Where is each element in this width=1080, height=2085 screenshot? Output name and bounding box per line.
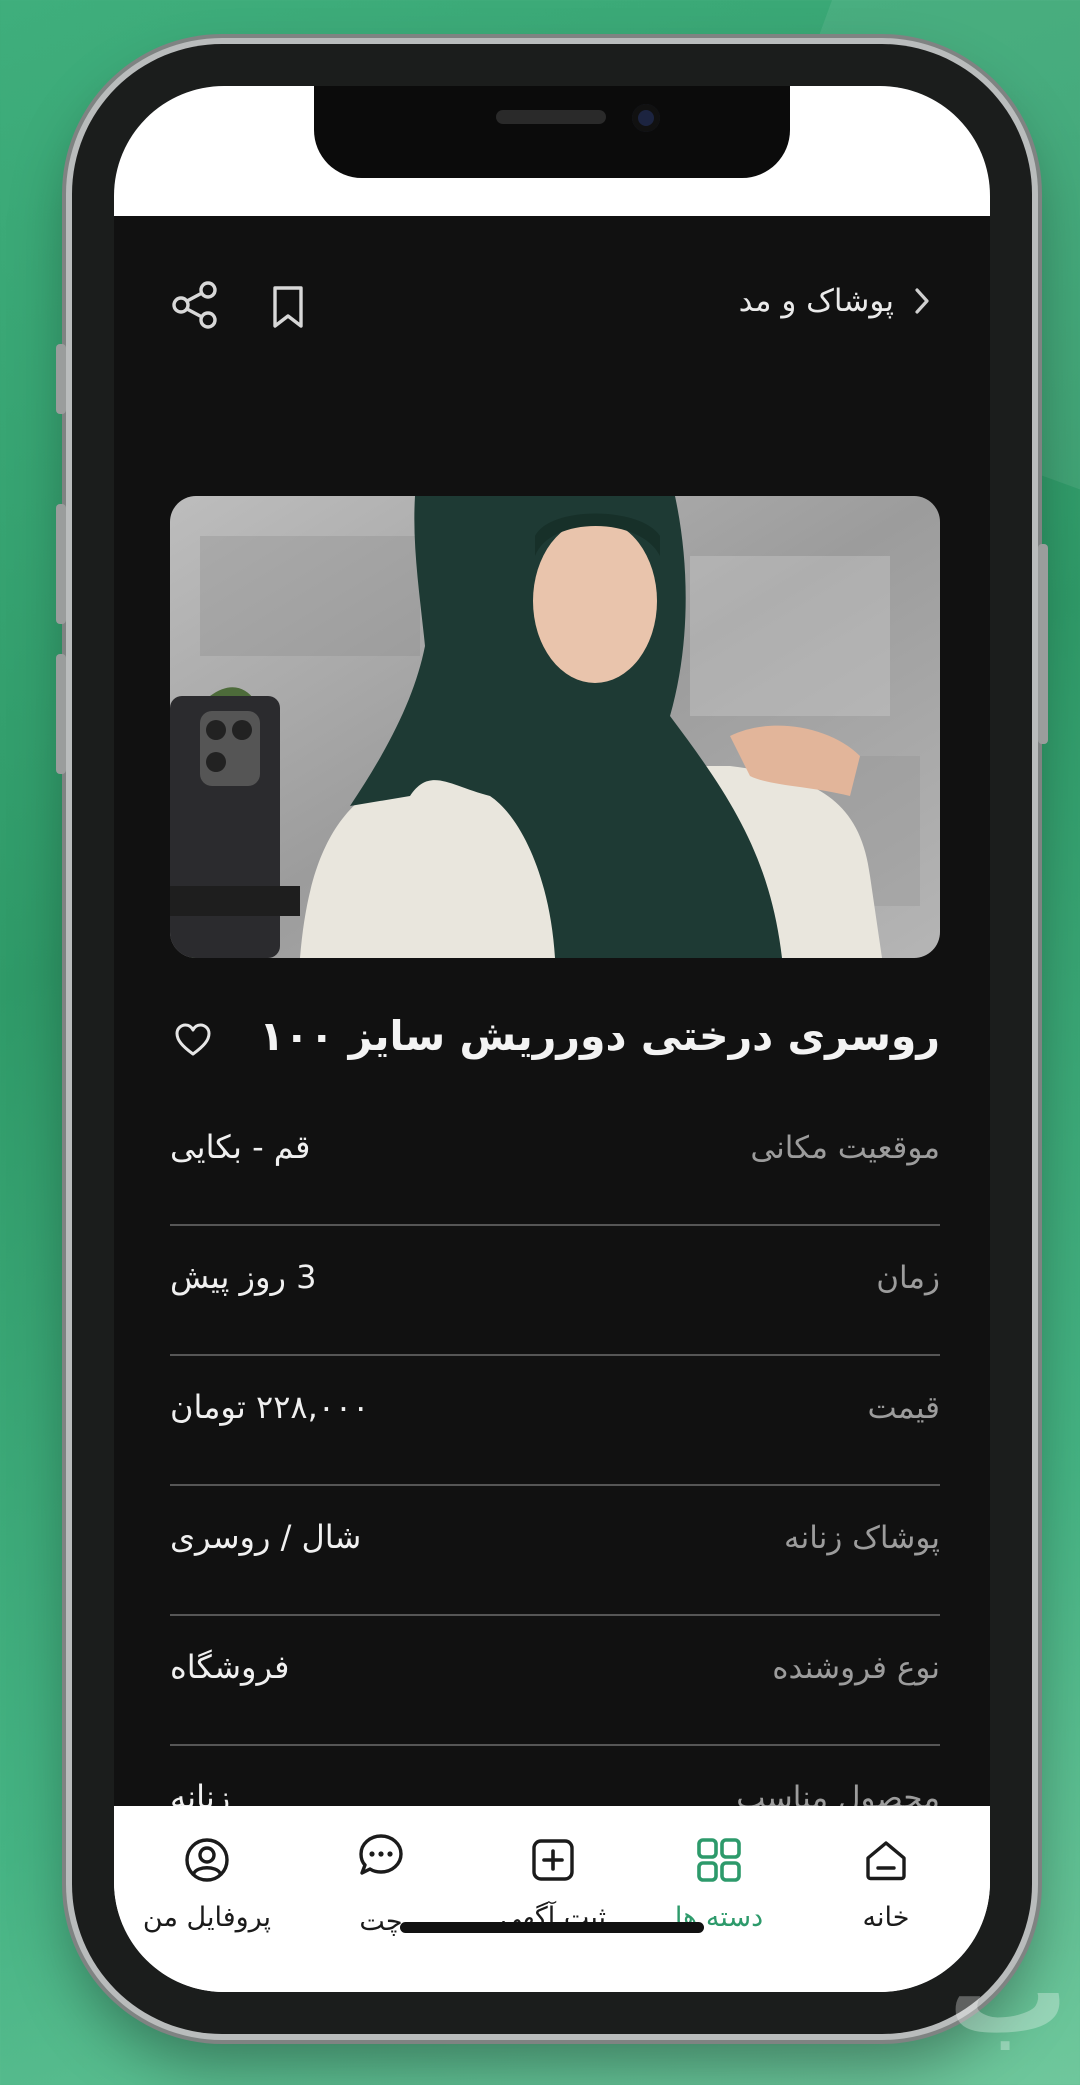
detail-value: ۲۲۸,۰۰۰ تومان	[170, 1388, 370, 1426]
detail-label: پوشاک زنانه	[784, 1520, 940, 1556]
detail-row-time: زمان 3 روز پیش	[170, 1226, 940, 1356]
top-bar: پوشاک و مد	[114, 216, 990, 386]
back-button[interactable]: پوشاک و مد	[739, 276, 932, 326]
detail-value: فروشگاه	[170, 1648, 290, 1686]
category-title: پوشاک و مد	[738, 283, 894, 319]
phone-screen: پوشاک و مد روسری درختی دورریش سایز ۱۰۰ م…	[114, 86, 990, 1992]
ad-details-list: موقعیت مکانی قم - بکایی زمان 3 روز پیش ق…	[170, 1096, 940, 1874]
detail-label: زمان	[876, 1260, 940, 1296]
chat-bubble-icon	[359, 1834, 403, 1875]
nav-profile[interactable]: پروفایل من	[132, 1836, 282, 1946]
store-logo: ب	[948, 1922, 1069, 2061]
bookmark-icon[interactable]	[270, 284, 306, 330]
plus-square-icon	[532, 1839, 574, 1881]
volume-up-button	[56, 504, 66, 624]
product-title-row: روسری درختی دورریش سایز ۱۰۰	[170, 1006, 940, 1076]
power-button	[1038, 544, 1048, 744]
detail-row-location: موقعیت مکانی قم - بکایی	[170, 1096, 940, 1226]
product-title: روسری درختی دورریش سایز ۱۰۰	[259, 1012, 940, 1060]
grid-icon	[697, 1838, 741, 1882]
profile-icon	[185, 1838, 229, 1882]
nav-label: پروفایل من	[142, 1902, 272, 1933]
detail-row-womens-clothing: پوشاک زنانه شال / روسری	[170, 1486, 940, 1616]
speaker	[496, 110, 606, 124]
detail-value: 3 روز پیش	[170, 1258, 317, 1296]
ad-detail-page: پوشاک و مد روسری درختی دورریش سایز ۱۰۰ م…	[114, 216, 990, 1816]
volume-down-button	[56, 654, 66, 774]
nav-home[interactable]: خانه	[806, 1836, 966, 1946]
detail-value: شال / روسری	[170, 1518, 362, 1556]
share-icon[interactable]	[170, 280, 220, 330]
front-camera	[632, 104, 660, 132]
heart-icon[interactable]	[174, 1022, 212, 1058]
home-icon	[866, 1841, 906, 1881]
detail-label: نوع فروشنده	[772, 1650, 940, 1686]
detail-value: قم - بکایی	[170, 1128, 311, 1166]
detail-label: موقعیت مکانی	[750, 1130, 940, 1166]
silent-switch	[56, 344, 66, 414]
nav-label: خانه	[862, 1902, 910, 1933]
bottom-navigation: پروفایل من چت ثبت آگهی دسته ها خانه	[114, 1806, 990, 1992]
notch	[314, 86, 790, 178]
detail-label: قیمت	[867, 1390, 940, 1426]
home-indicator[interactable]	[400, 1922, 704, 1933]
detail-row-seller-type: نوع فروشنده فروشگاه	[170, 1616, 940, 1746]
chevron-right-icon	[915, 288, 929, 314]
detail-row-price: قیمت ۲۲۸,۰۰۰ تومان	[170, 1356, 940, 1486]
product-photo[interactable]	[170, 496, 940, 958]
phone-frame: پوشاک و مد روسری درختی دورریش سایز ۱۰۰ م…	[56, 44, 1048, 2034]
